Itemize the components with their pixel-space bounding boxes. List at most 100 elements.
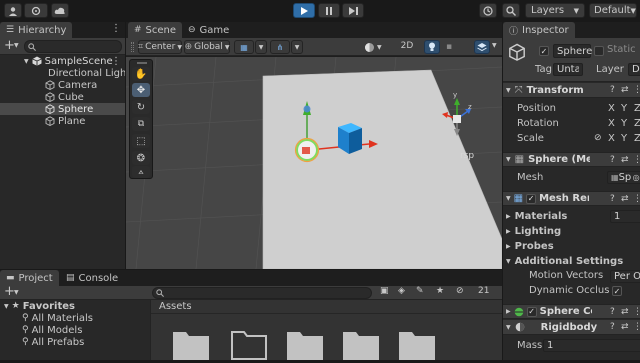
chevron-down-icon[interactable]: ▼ [14,42,19,49]
help-icon[interactable]: ? [610,194,615,204]
lighting-row[interactable]: ▶ Lighting [506,225,561,238]
tag-icon[interactable]: ✎ [416,286,424,296]
transform-tool-button[interactable]: ❂ [132,151,150,165]
tag-dropdown[interactable]: Untagged [553,63,583,76]
mass-input[interactable]: 1 [543,339,640,352]
tab-hierarchy[interactable]: ☰ Hierarchy [0,22,73,38]
scene-root-row[interactable]: ▼ SampleScene ⋮ [0,55,125,67]
move-tool-button[interactable]: ✥ [132,83,150,97]
pause-button[interactable] [318,3,340,18]
more-options-icon[interactable]: ⋮ [633,155,640,165]
settings-icon[interactable]: ⇄ [621,307,629,317]
help-icon[interactable]: ? [610,307,615,317]
dynamic-occlusion-checkbox[interactable]: ✓ [612,286,622,296]
more-options-icon[interactable]: ⋮ [111,56,121,67]
pivot-dropdown[interactable]: ⌗ Center ▼ [138,40,182,54]
help-icon[interactable]: ? [610,155,615,165]
snap-button[interactable]: ⋔ [270,40,290,54]
rigidbody-header[interactable]: ▼ Rigidbody ? ⇄ ⋮ [503,320,640,335]
account-button[interactable] [4,3,22,18]
help-icon[interactable]: ? [610,85,615,95]
favorite-item[interactable]: ⚲ All Prefabs [22,336,84,348]
custom-tool-button[interactable]: ⟑ [132,166,150,178]
tab-game[interactable]: ⊖ Game [182,22,235,38]
settings-icon[interactable]: ⇄ [621,155,629,165]
collab-button[interactable] [24,3,48,18]
rect-tool-button[interactable]: ⬚ [132,134,150,148]
settings-icon[interactable]: ⇄ [621,194,629,204]
scale-tool-button[interactable]: ⧉ [132,117,150,131]
layer-dropdown[interactable]: Default [628,63,640,76]
play-button[interactable] [293,3,315,18]
more-options-icon[interactable]: ⋮ [111,23,121,34]
asset-folder[interactable] [399,328,435,360]
search-button[interactable] [502,3,520,18]
mesh-renderer-enabled-checkbox[interactable]: ✓ [526,193,537,204]
layout-dropdown[interactable]: Default ▼ [589,3,637,18]
chevron-down-icon[interactable]: ▼ [14,289,19,296]
favorite-item[interactable]: ⚲ All Materials [22,312,93,324]
hierarchy-item-cube[interactable]: Cube [0,91,125,103]
hierarchy-item-directional-light[interactable]: Directional Light [0,67,125,79]
favorites-row[interactable]: ▼ ★ Favorites [4,300,75,312]
object-name-input[interactable]: Sphere [553,44,592,58]
gizmos-dropdown[interactable]: ▼ [492,42,497,49]
favorite-star-icon[interactable]: ★ [436,286,444,296]
project-search-input[interactable] [152,287,372,299]
hand-tool-button[interactable]: ✋ [132,67,150,81]
materials-row[interactable]: ▶ Materials 1 [506,210,640,223]
assets-label[interactable]: Assets [159,301,192,312]
search-by-type-icon[interactable]: ▣ [380,286,389,296]
hierarchy-search-input[interactable] [24,40,122,53]
more-options-icon[interactable]: ⋮ [633,322,640,332]
asset-folder[interactable] [231,328,267,360]
active-checkbox[interactable]: ✓ [539,46,549,56]
perspective-label[interactable]: rsp [460,151,474,161]
space-dropdown[interactable]: ⊕ Global ▼ [184,40,230,54]
static-checkbox[interactable] [594,46,604,56]
grid-dropdown[interactable]: ▼ [255,40,267,54]
mesh-filter-header[interactable]: ▼ ▦ Sphere (Mesh Filter) ? ⇄ ⋮ [503,152,640,167]
asset-folder[interactable] [343,328,379,360]
asset-folder[interactable] [173,328,209,360]
layers-dropdown[interactable]: Layers ▼ [525,3,585,18]
snap-dropdown[interactable]: ▼ [291,40,303,54]
mesh-renderer-header[interactable]: ▼ ▦ ✓ Mesh Renderer ? ⇄ ⋮ [503,191,640,206]
history-button[interactable] [479,3,497,18]
help-icon[interactable]: ? [610,322,615,332]
more-options-icon[interactable]: ⋮ [633,307,640,317]
hierarchy-item-plane[interactable]: Plane [0,115,125,127]
hidden-packages-icon[interactable]: ⊘ [456,286,464,296]
tab-inspector[interactable]: ⓘ Inspector [503,22,575,38]
constrain-proportions-icon[interactable]: ⊘ [594,133,602,143]
gizmos-toggle[interactable] [474,40,490,54]
lighting-toggle[interactable] [424,40,440,54]
sphere-collider-header[interactable]: ▶ ✓ Sphere Collider ? ⇄ ⋮ [503,304,640,319]
mode-2d-toggle[interactable]: 2D [398,41,416,53]
settings-icon[interactable]: ⇄ [621,85,629,95]
object-picker-icon[interactable]: ◎ [633,173,640,182]
tab-scene[interactable]: # Scene [128,22,183,38]
cloud-button[interactable] [51,3,69,18]
search-by-label-icon[interactable]: ◈ [398,286,405,296]
scene-viewport[interactable]: y z rsp ✋ ✥ ↻ ⧉ ⬚ ❂ ⟑ [126,57,502,269]
more-options-icon[interactable]: ⋮ [633,85,640,95]
tab-console[interactable]: ▤ Console [60,270,124,286]
asset-folder[interactable] [287,328,323,360]
motion-vectors-dropdown[interactable]: Per Object Motion [610,270,640,283]
rotate-tool-button[interactable]: ↻ [132,100,150,114]
draw-mode-button[interactable]: ▼ [364,40,392,54]
step-button[interactable] [342,3,364,18]
favorite-item[interactable]: ⚲ All Models [22,324,82,336]
more-options-icon[interactable]: ⋮ [633,194,640,204]
transform-header[interactable]: ▼ ⤧ Transform ? ⇄ ⋮ [503,83,640,98]
materials-count-field[interactable]: 1 [610,210,640,223]
sphere-collider-enabled-checkbox[interactable]: ✓ [526,306,537,317]
additional-settings-row[interactable]: ▼ Additional Settings [506,255,623,268]
mesh-field[interactable]: ▦ Sphere ◎ [607,171,640,184]
grid-snap-button[interactable]: ▦ [234,40,254,54]
audio-toggle[interactable]: ▪ [446,41,458,53]
hierarchy-item-camera[interactable]: Camera [0,79,125,91]
hierarchy-item-sphere[interactable]: Sphere [0,103,125,115]
settings-icon[interactable]: ⇄ [621,322,629,332]
